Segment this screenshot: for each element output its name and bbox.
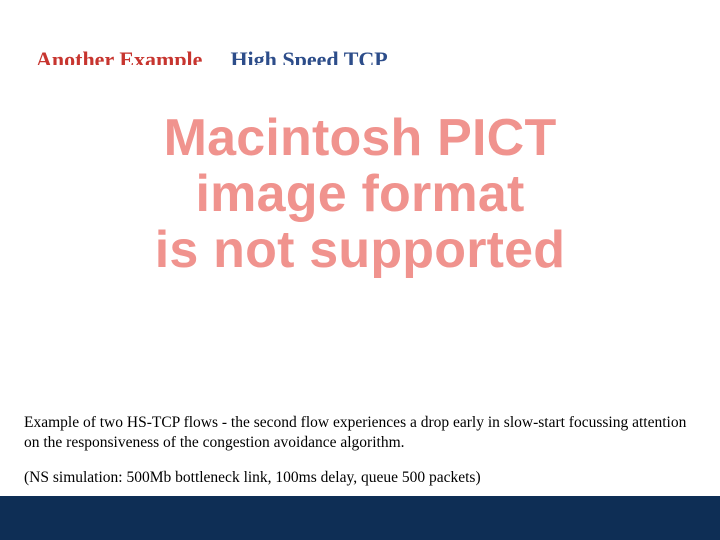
pict-line-2: image format	[0, 166, 720, 222]
slide: Another Example High Speed TCP Macintosh…	[0, 0, 720, 540]
caption-para-2: (NS simulation: 500Mb bottleneck link, 1…	[24, 468, 696, 488]
pict-line-3: is not supported	[0, 222, 720, 278]
caption-para-1: Example of two HS-TCP flows - the second…	[24, 413, 696, 454]
pict-line-1: Macintosh PICT	[0, 110, 720, 166]
footer-bar	[0, 496, 720, 540]
caption-block: Example of two HS-TCP flows - the second…	[24, 413, 696, 488]
pict-error-message: Macintosh PICT image format is not suppo…	[0, 110, 720, 278]
